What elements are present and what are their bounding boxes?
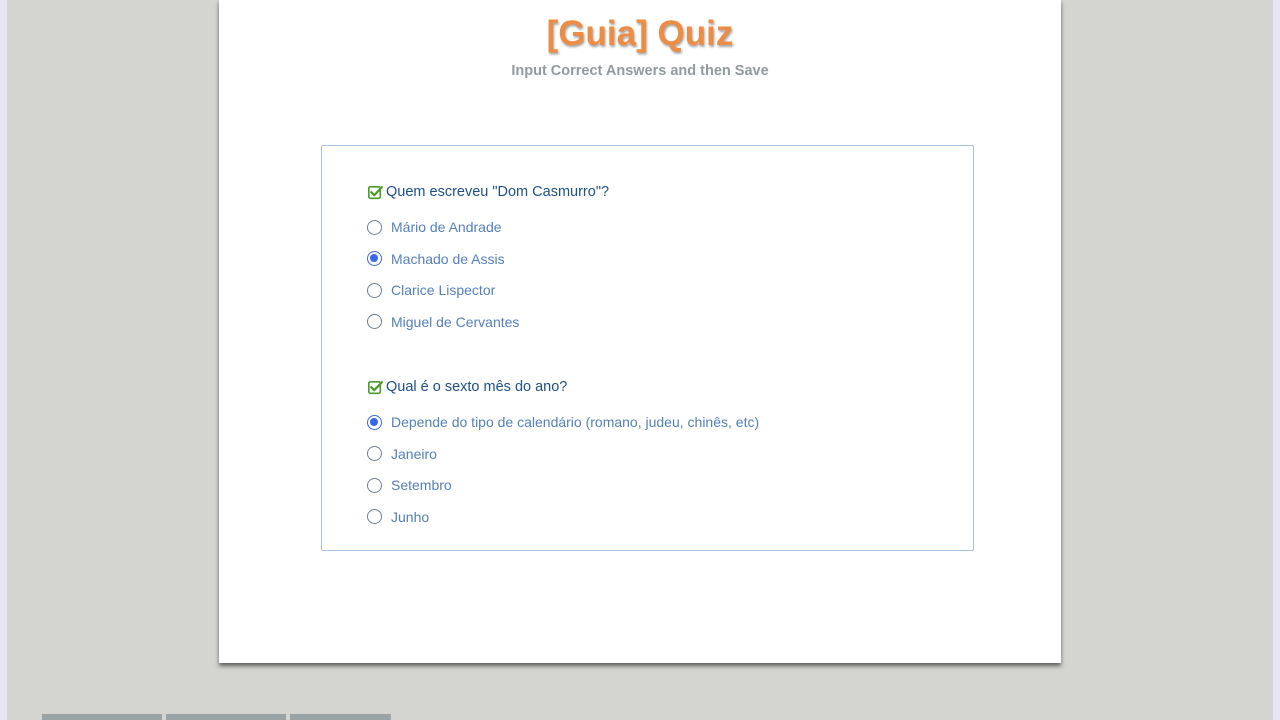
option-clarice-lispector[interactable]: Clarice Lispector	[367, 280, 609, 300]
option-label: Janeiro	[391, 445, 437, 462]
bottom-button-1[interactable]	[42, 714, 162, 720]
option-miguel-de-cervantes[interactable]: Miguel de Cervantes	[367, 312, 609, 332]
option-depende-do-calendario[interactable]: Depende do tipo de calendário (romano, j…	[367, 412, 759, 432]
question-text: Quem escreveu "Dom Casmurro"?	[386, 184, 610, 200]
checked-checkbox-icon	[368, 380, 383, 395]
quiz-card: [Guia] Quiz Input Correct Answers and th…	[219, 0, 1061, 663]
bottom-button-3[interactable]	[290, 714, 391, 720]
question-header: Qual é o sexto mês do ano?	[368, 377, 759, 397]
page-subtitle: Input Correct Answers and then Save	[511, 63, 769, 79]
radio-button[interactable]	[367, 446, 382, 462]
option-label: Machado de Assis	[391, 250, 505, 267]
page-title: [Guia] Quiz	[546, 14, 734, 53]
option-label: Clarice Lispector	[391, 282, 496, 299]
option-machado-de-assis[interactable]: Machado de Assis	[367, 249, 609, 269]
option-setembro[interactable]: Setembro	[367, 475, 759, 495]
radio-button-selected[interactable]	[367, 414, 382, 430]
option-mario-de-andrade[interactable]: Mário de Andrade	[367, 217, 609, 237]
question-text: Qual é o sexto mês do ano?	[386, 379, 568, 395]
questions-panel: Quem escreveu "Dom Casmurro"? Mário de A…	[321, 145, 974, 551]
option-label: Miguel de Cervantes	[391, 313, 520, 330]
option-junho[interactable]: Junho	[367, 507, 759, 527]
option-label: Mário de Andrade	[391, 219, 502, 235]
question-header: Quem escreveu "Dom Casmurro"?	[368, 182, 609, 202]
radio-button[interactable]	[367, 219, 382, 235]
radio-button[interactable]	[367, 509, 382, 525]
radio-button[interactable]	[367, 314, 382, 330]
left-edge-strip	[0, 0, 7, 720]
option-label: Junho	[391, 508, 430, 525]
option-label: Depende do tipo de calendário (romano, j…	[391, 414, 760, 430]
checked-checkbox-icon	[368, 185, 383, 200]
question-2: Qual é o sexto mês do ano? Depende do ti…	[367, 377, 759, 527]
question-1: Quem escreveu "Dom Casmurro"? Mário de A…	[367, 182, 609, 332]
option-label: Setembro	[391, 477, 452, 494]
radio-button-selected[interactable]	[367, 251, 382, 267]
radio-button[interactable]	[367, 477, 382, 493]
radio-button[interactable]	[367, 282, 382, 298]
option-janeiro[interactable]: Janeiro	[367, 444, 759, 464]
bottom-button-2[interactable]	[166, 714, 286, 720]
right-edge-strip	[1273, 0, 1280, 720]
